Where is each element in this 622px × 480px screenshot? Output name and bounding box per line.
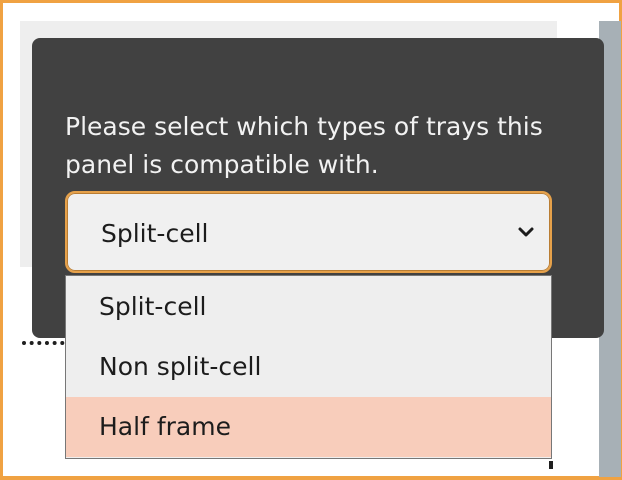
- prompt-text: Please select which types of trays this …: [65, 112, 543, 179]
- option-split-cell[interactable]: Split-cell: [66, 277, 551, 337]
- option-half-frame[interactable]: Half frame: [66, 397, 551, 457]
- dropdown-list: Split-cell Non split-cell Half frame: [65, 275, 552, 459]
- chevron-down-icon: [518, 227, 534, 237]
- background-mark: [549, 461, 553, 469]
- option-non-split-cell[interactable]: Non split-cell: [66, 337, 551, 397]
- tray-type-select[interactable]: Split-cell: [65, 191, 552, 273]
- selected-value: Split-cell: [101, 219, 209, 248]
